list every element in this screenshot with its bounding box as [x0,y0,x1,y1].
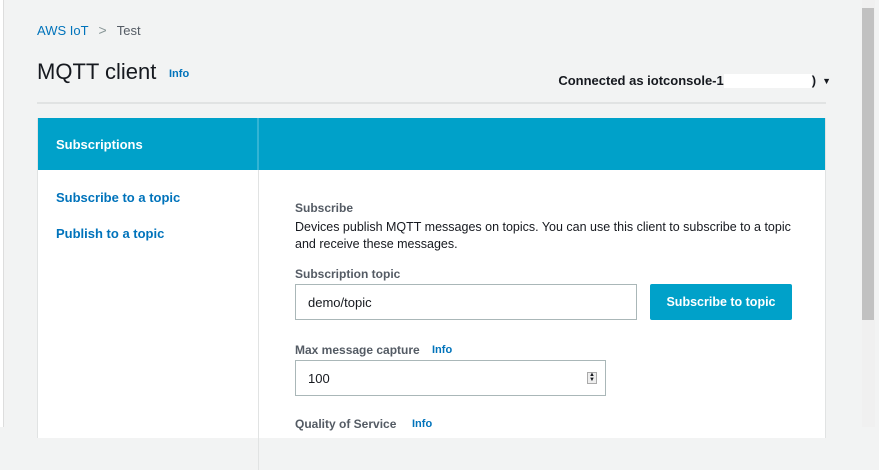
connection-suffix: ) [811,73,817,88]
panel-header: Subscriptions [38,118,825,170]
redacted-region [723,73,812,88]
max-capture-input[interactable]: 100 ▲ ▼ [295,360,606,396]
scrollbar-thumb[interactable] [862,8,874,320]
chevron-right-icon: > [98,22,107,38]
title-info-link[interactable]: Info [169,68,189,80]
page-title: MQTT client [37,59,157,84]
breadcrumb-aws-iot[interactable]: AWS IoT [37,23,89,38]
connection-label: Connected as iotconsole-1 [558,73,724,88]
max-capture-info-link[interactable]: Info [432,344,452,356]
connection-dropdown[interactable]: Connected as iotconsole-1 ) ▼ [558,73,831,88]
mqtt-panel: Subscriptions Subscribe to a topic Publi… [37,118,826,470]
subscribe-button[interactable]: Subscribe to topic [650,284,792,320]
spinner-icon[interactable]: ▲ ▼ [587,372,597,384]
breadcrumb: AWS IoT > Test [37,22,141,38]
subscribe-heading: Subscribe [295,201,354,215]
topic-value: demo/topic [308,294,372,310]
qos-label: Quality of Service [295,417,397,431]
subscriptions-heading: Subscriptions [38,118,259,170]
subscribe-description: Devices publish MQTT messages on topics.… [295,220,791,251]
max-capture-value: 100 [308,370,330,386]
sidebar-publish-link[interactable]: Publish to a topic [56,226,164,241]
breadcrumb-current: Test [116,22,141,38]
caret-down-icon: ▼ [822,75,831,86]
divider [37,102,826,104]
max-capture-label: Max message capture [295,343,420,357]
sidebar-subscribe-link[interactable]: Subscribe to a topic [56,190,180,205]
sidebar: Subscribe to a topic Publish to a topic [38,170,259,470]
topic-label: Subscription topic [295,267,401,281]
subscription-topic-input[interactable]: demo/topic [295,284,637,320]
window-edge [0,0,4,427]
qos-info-link[interactable]: Info [412,418,432,430]
